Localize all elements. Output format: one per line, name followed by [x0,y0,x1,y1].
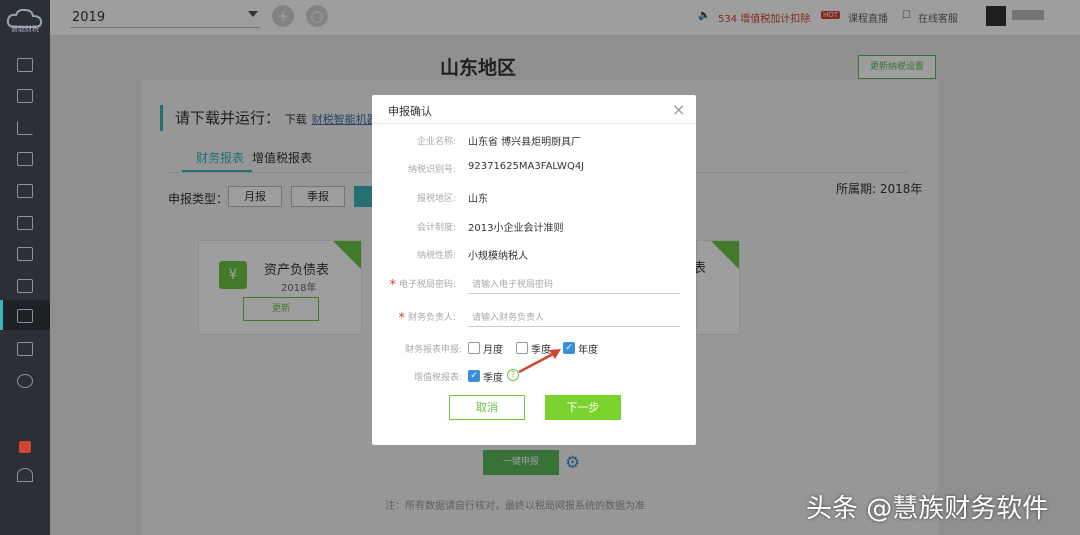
tax-region-label: 报税地区: [416,194,456,204]
company-name-value: 山东省 博兴县炬明厨具厂 [468,137,582,148]
accounting-system-value: 2013小企业会计准则 [468,223,564,234]
nav-document-icon[interactable] [17,58,33,72]
nav-report-icon[interactable] [17,184,33,198]
close-icon[interactable]: × [672,100,685,119]
finance-person-field[interactable]: 请输入财务负责人 [468,305,680,327]
nav-export-icon[interactable] [17,342,33,356]
vat-quarterly-label: 季度 [483,373,503,384]
tax-region-value: 山东 [468,194,488,205]
nav-ledger-icon[interactable] [17,152,33,166]
tax-password-field[interactable]: 请输入电子税局密码 [468,272,680,294]
finance-monthly-checkbox[interactable] [468,342,480,354]
vat-report-label: 增值税报表: [413,373,462,383]
accounting-system-label: 会计制度: [416,223,456,233]
nav-gift-icon[interactable] [19,441,31,453]
logo-text: 智能财税 [11,25,39,33]
required-icon: * [389,278,396,293]
finance-person-label: * 财务负责人: [398,311,456,326]
nav-table-icon[interactable] [17,216,33,230]
sidebar: 智能财税 [0,0,50,535]
finance-report-label: 财务报表申报: [404,345,462,355]
finance-annual-label: 年度 [578,345,598,356]
nav-tax-icon[interactable] [17,309,33,323]
watermark: 头条 @慧族财务软件 [806,494,1049,524]
nav-invoice-icon[interactable] [17,89,33,103]
red-arrow-icon [518,349,561,374]
required-icon: * [398,311,405,326]
tax-id-value: 92371625MA3FALWQ4J [468,161,585,172]
nav-speed-icon[interactable] [17,468,33,482]
cancel-button[interactable]: 取消 [449,395,525,420]
taxpayer-type-label: 纳税性质: [416,251,456,261]
dialog-title: 申报确认 [388,105,432,118]
finance-monthly-label: 月度 [483,345,503,356]
nav-settings-icon[interactable] [17,374,33,388]
nav-calculator-icon[interactable] [17,279,33,293]
nav-chart-icon[interactable] [17,121,33,135]
tax-id-label: 纳税识别号: [407,165,456,175]
next-step-button[interactable]: 下一步 [545,395,621,420]
tax-password-label: * 电子税局密码: [389,278,456,293]
vat-quarterly-checkbox[interactable]: ✓ [468,370,480,382]
dialog-header: 申报确认 × [372,95,696,124]
nav-archive-icon[interactable] [17,247,33,261]
taxpayer-type-value: 小规模纳税人 [468,251,528,262]
company-name-label: 企业名称: [416,137,456,147]
